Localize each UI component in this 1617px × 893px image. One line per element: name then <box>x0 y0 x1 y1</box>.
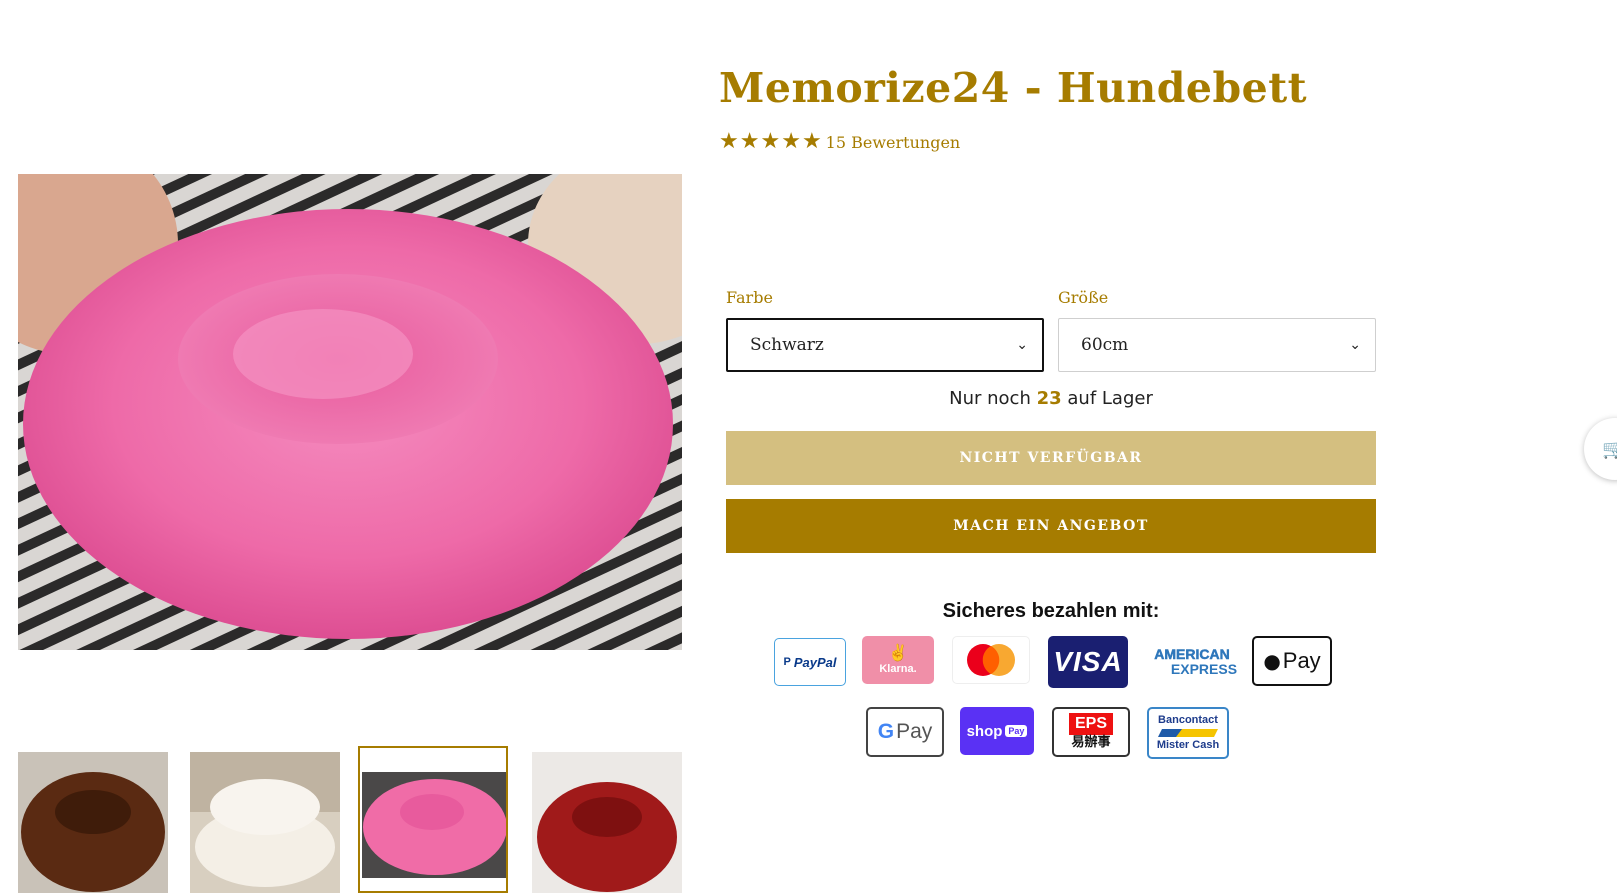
bancontact-icon <box>1158 729 1218 737</box>
amex-logo: AMERICAN EXPRESS <box>1146 640 1238 684</box>
floating-cart-button[interactable]: 🛒 <box>1584 418 1617 480</box>
color-select[interactable]: Schwarz ⌄ <box>726 318 1044 372</box>
paypal-icon: P <box>783 656 791 668</box>
shop-pay-logo: shop Pay <box>960 707 1034 755</box>
apple-icon: ● <box>1263 649 1281 673</box>
star-icon: ★ <box>781 129 801 154</box>
thumbnail-pink[interactable] <box>358 746 508 893</box>
star-icon: ★ <box>760 129 781 154</box>
visa-logo: VISA <box>1048 636 1128 688</box>
star-icon: ★ <box>739 129 760 154</box>
product-title: Memorize24 - Hundebett <box>719 64 1308 112</box>
stock-count: 23 <box>1036 388 1062 409</box>
chevron-down-icon: ⌄ <box>1349 337 1361 353</box>
peace-hand-icon: ✌ <box>888 645 908 662</box>
stock-suffix: auf Lager <box>1067 388 1153 409</box>
bancontact-logo: Bancontact Mister Cash <box>1147 707 1229 759</box>
star-icon: ★ <box>719 129 739 154</box>
make-offer-button[interactable]: MACH EIN ANGEBOT <box>726 499 1376 553</box>
thumbnail-cream[interactable] <box>190 752 340 893</box>
size-label: Größe <box>1058 288 1109 307</box>
cart-icon: 🛒 <box>1602 438 1617 460</box>
star-rating: ★ ★ ★ ★ ★ <box>719 131 823 153</box>
thumbnail-strip <box>18 744 682 893</box>
secure-payment-title: Sicheres bezahlen mit: <box>942 600 1160 622</box>
klarna-logo: ✌ Klarna. <box>862 636 934 684</box>
paypal-logo: P PayPal <box>774 638 846 686</box>
size-select[interactable]: 60cm ⌄ <box>1058 318 1376 372</box>
size-select-value: 60cm <box>1081 335 1129 355</box>
product-rating: ★ ★ ★ ★ ★ 15 Bewertungen <box>719 131 960 153</box>
cream-dog-bed-thumb <box>190 752 340 893</box>
reviews-link[interactable]: 15 Bewertungen <box>826 133 961 152</box>
star-icon: ★ <box>801 129 822 154</box>
google-pay-logo: G Pay <box>866 707 944 757</box>
stock-prefix: Nur noch <box>949 388 1031 409</box>
chevron-down-icon: ⌄ <box>1016 337 1028 353</box>
thumbnail-red[interactable] <box>532 752 682 893</box>
apple-pay-logo: ● Pay <box>1252 636 1332 686</box>
stock-notice: Nur noch 23 auf Lager <box>726 388 1376 409</box>
red-dog-bed-thumb <box>532 752 682 893</box>
main-product-image[interactable] <box>18 174 682 650</box>
pink-dog-bed-photo <box>18 174 682 650</box>
mastercard-logo <box>952 636 1030 684</box>
brown-dog-bed-thumb <box>18 752 168 893</box>
pink-dog-bed-thumb <box>362 772 506 878</box>
color-label: Farbe <box>726 288 773 307</box>
thumbnail-brown[interactable] <box>18 752 168 893</box>
mastercard-icon <box>967 644 1015 676</box>
color-select-value: Schwarz <box>750 335 824 355</box>
unavailable-button[interactable]: NICHT VERFÜGBAR <box>726 431 1376 485</box>
eps-logo: EPS 易辦事 <box>1052 707 1130 757</box>
